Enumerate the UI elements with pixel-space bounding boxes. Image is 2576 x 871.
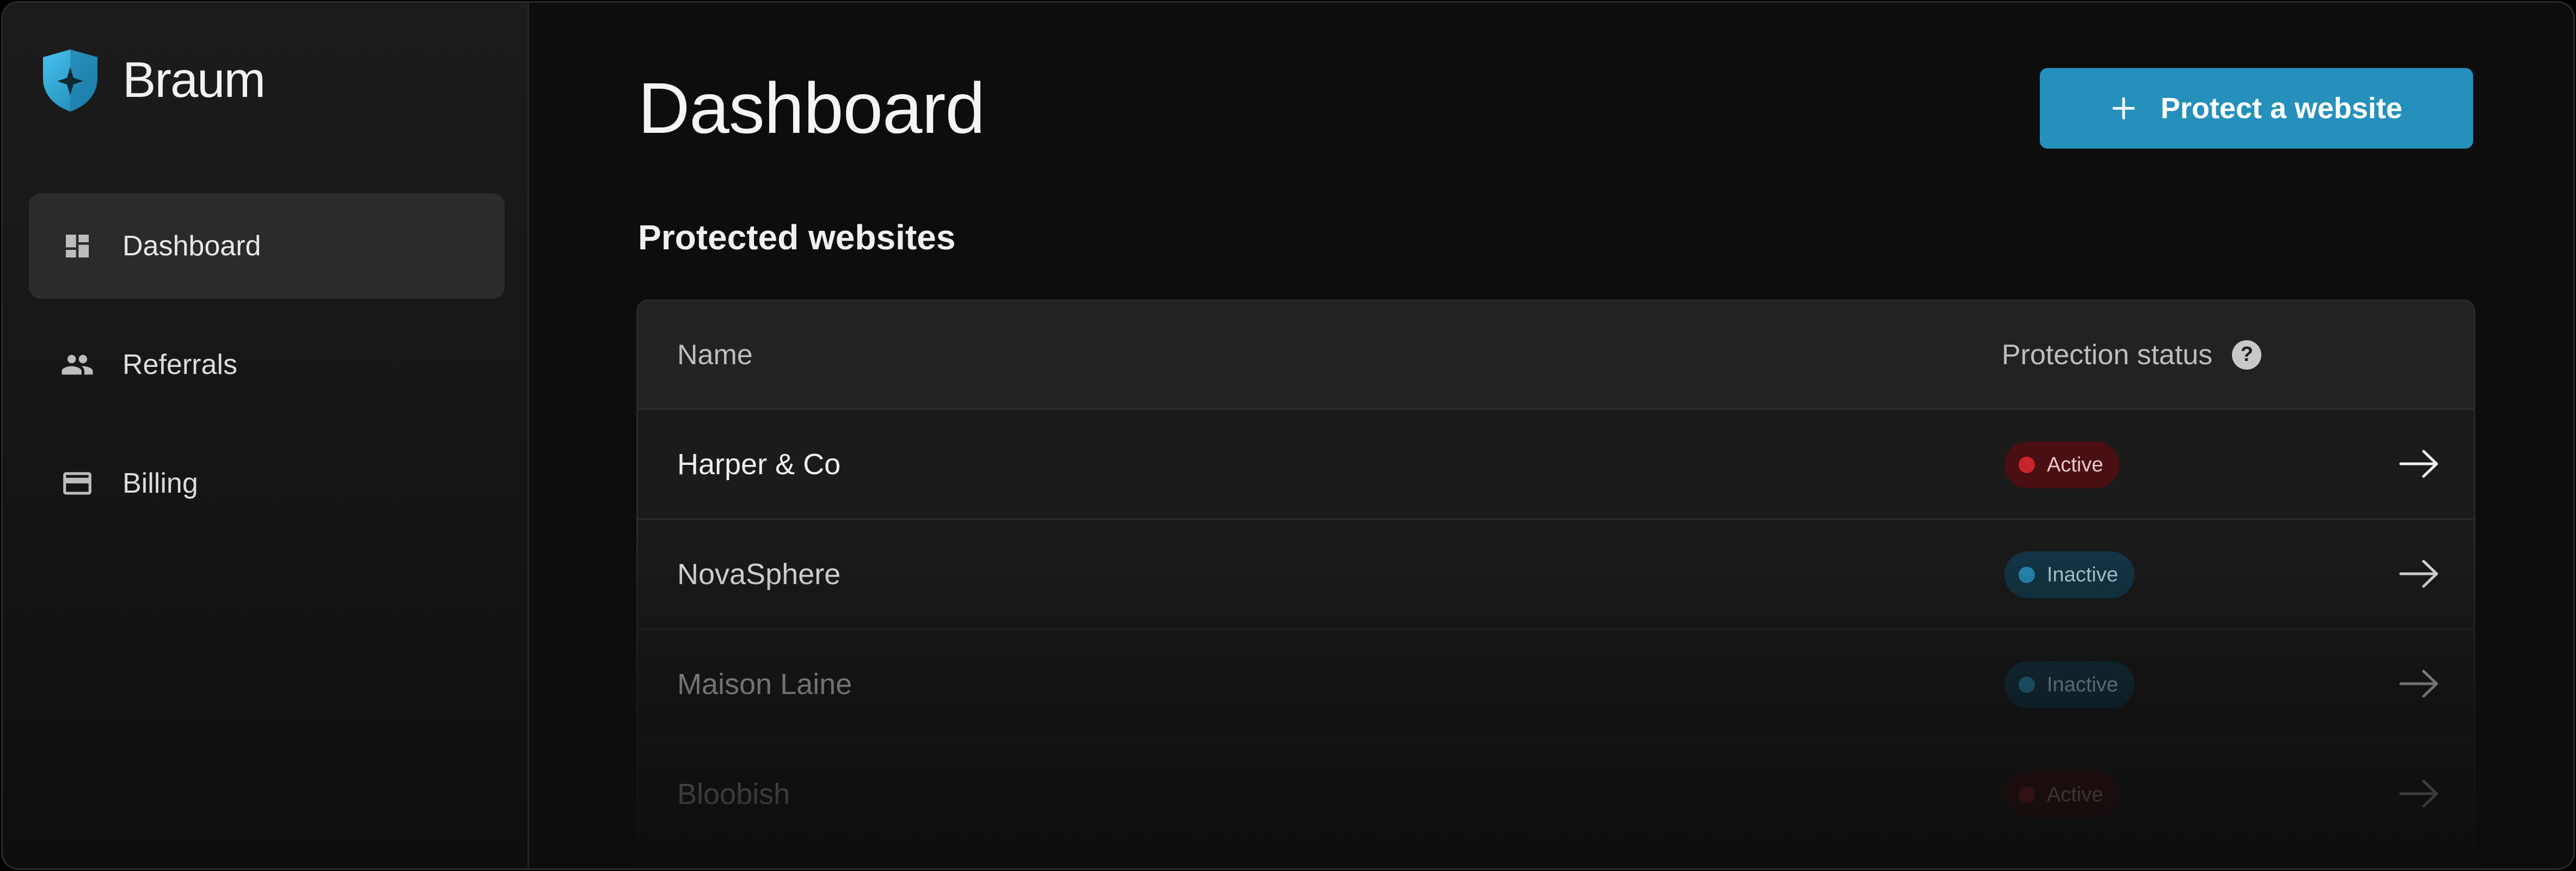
status-label: Active — [2047, 783, 2103, 806]
plus-icon — [2111, 89, 2137, 128]
website-name: Harper & Co — [677, 447, 841, 481]
shield-star-icon — [43, 50, 97, 112]
status-badge: Inactive — [2004, 551, 2135, 598]
sidebar-item-referrals[interactable]: Referrals — [29, 312, 505, 418]
status-badge: Inactive — [2004, 661, 2135, 708]
brand[interactable]: Braum — [40, 47, 266, 113]
table-row[interactable]: Bloobish Active — [638, 740, 2474, 850]
credit-card-icon — [60, 467, 94, 500]
protect-website-label: Protect a website — [2160, 92, 2403, 125]
sidebar-item-label: Dashboard — [122, 230, 261, 262]
website-name: NovaSphere — [677, 557, 841, 591]
column-header-name[interactable]: Name — [677, 339, 753, 371]
status-badge: Active — [2004, 441, 2120, 488]
website-name: Bloobish — [677, 777, 790, 811]
column-header-status: Protection status ? — [2002, 339, 2262, 371]
status-label: Active — [2047, 453, 2103, 476]
brand-name: Braum — [122, 52, 266, 108]
status-label: Inactive — [2047, 673, 2118, 696]
column-header-status-label: Protection status — [2002, 339, 2213, 371]
status-badge: Active — [2004, 771, 2120, 818]
sidebar-item-label: Referrals — [122, 349, 237, 381]
main-content: Dashboard Protect a website Protected we… — [529, 3, 2573, 868]
status-dot — [2019, 787, 2035, 803]
table-row[interactable]: Maison Laine Inactive — [638, 630, 2474, 740]
question-mark-icon[interactable]: ? — [2232, 340, 2262, 370]
sidebar: Braum Dashboard Referrals Billing — [3, 3, 529, 868]
websites-table: Name Protection status ? Harper & Co Act… — [636, 299, 2475, 868]
table-row[interactable]: NovaSphere Inactive — [638, 520, 2474, 630]
sidebar-nav: Dashboard Referrals Billing — [29, 193, 505, 549]
sidebar-item-dashboard[interactable]: Dashboard — [29, 193, 505, 299]
arrow-right-icon[interactable] — [2397, 445, 2441, 483]
status-label: Inactive — [2047, 563, 2118, 586]
dashboard-grid-icon — [60, 229, 94, 263]
table-row[interactable]: Harper & Co Active — [638, 410, 2474, 520]
section-title: Protected websites — [638, 218, 956, 257]
arrow-right-icon[interactable] — [2397, 555, 2441, 593]
page-title: Dashboard — [638, 68, 985, 148]
status-dot — [2019, 677, 2035, 693]
arrow-right-icon[interactable] — [2397, 665, 2441, 703]
people-icon — [60, 348, 94, 382]
website-name: Maison Laine — [677, 667, 852, 701]
sidebar-item-label: Billing — [122, 468, 198, 499]
app-window: Braum Dashboard Referrals Billing Dashbo… — [1, 1, 2575, 870]
status-dot — [2019, 457, 2035, 473]
sidebar-item-billing[interactable]: Billing — [29, 431, 505, 536]
protect-website-button[interactable]: Protect a website — [2040, 68, 2473, 149]
status-dot — [2019, 567, 2035, 583]
arrow-right-icon[interactable] — [2397, 775, 2441, 813]
table-header: Name Protection status ? — [638, 301, 2474, 410]
